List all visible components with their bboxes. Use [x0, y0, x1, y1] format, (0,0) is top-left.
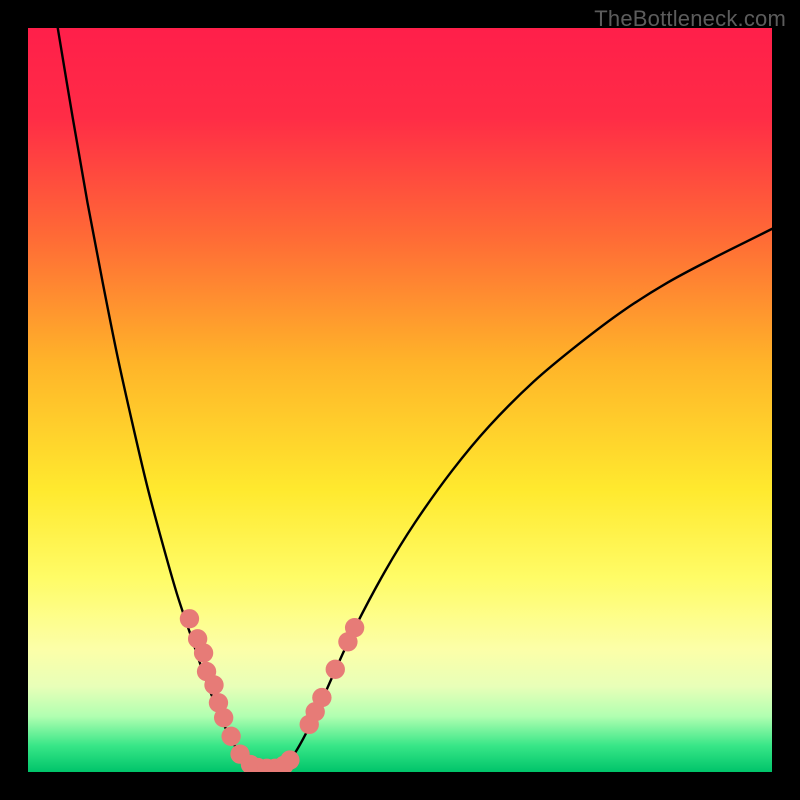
plot-area: [28, 28, 772, 772]
data-marker: [180, 609, 199, 628]
data-marker: [345, 618, 364, 637]
chart-frame: TheBottleneck.com: [0, 0, 800, 800]
data-marker: [221, 727, 240, 746]
chart-svg: [28, 28, 772, 772]
data-marker: [326, 660, 345, 679]
data-marker: [204, 675, 223, 694]
data-marker: [214, 708, 233, 727]
data-marker: [312, 688, 331, 707]
data-marker: [280, 750, 299, 769]
data-marker: [194, 643, 213, 662]
gradient-background: [28, 28, 772, 772]
